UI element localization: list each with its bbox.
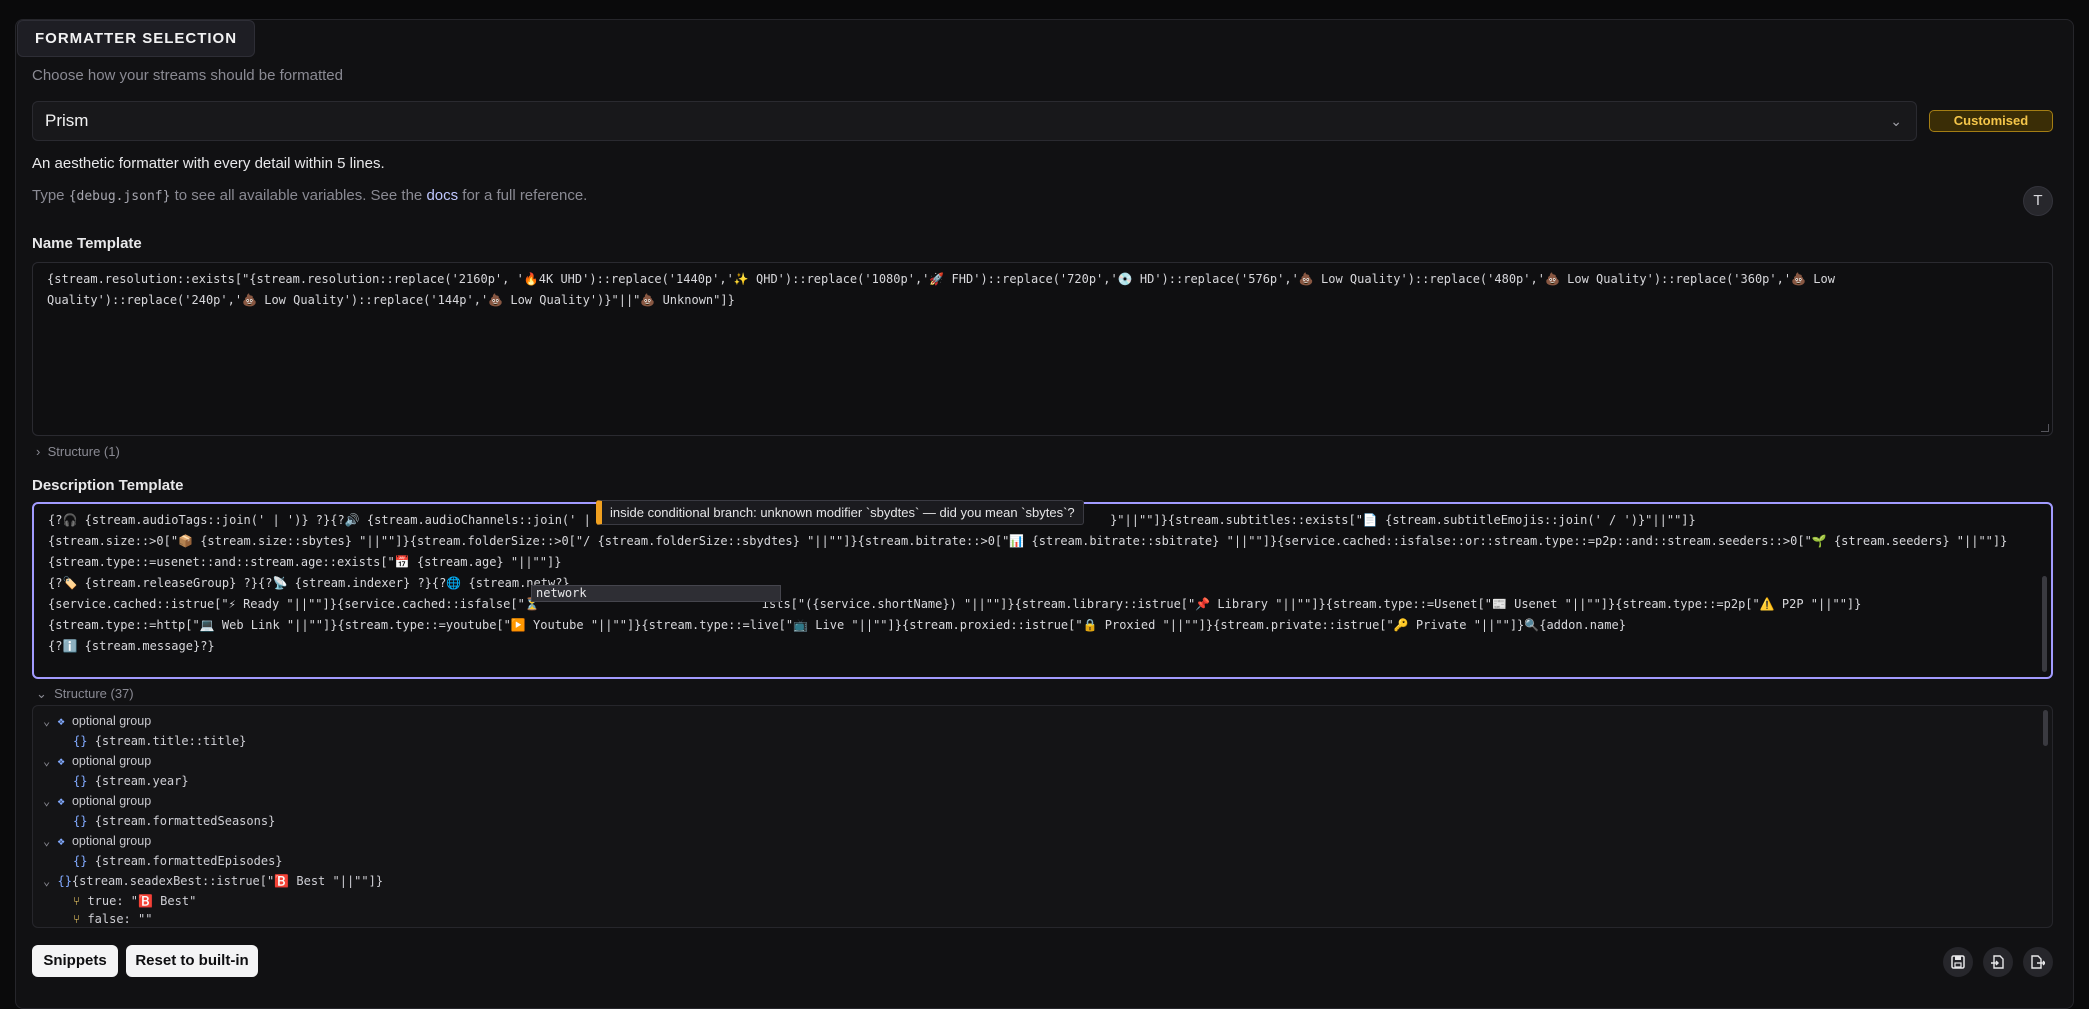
description-line: {?ℹ️ {stream.message}?}	[48, 639, 215, 653]
tree-expression[interactable]: ⌄ {}{stream.seadexBest::istrue["🅱️ Best …	[43, 873, 383, 889]
tree-branch: ⑂ true: "🅱️ Best"	[73, 893, 196, 909]
name-structure-toggle[interactable]: › Structure (1)	[36, 444, 120, 459]
export-icon[interactable]	[2023, 947, 2053, 977]
tree-branch: ⑂ false: ""	[73, 911, 152, 927]
description-line-5-tail: ists["({service.shortName}) "||""]}{stre…	[761, 597, 1862, 611]
import-icon[interactable]	[1983, 947, 2013, 977]
braces-icon: {}	[57, 874, 72, 888]
reset-button[interactable]: Reset to built-in	[126, 945, 258, 977]
tree-group-label: optional group	[71, 794, 152, 808]
hint-mid: to see all available variables. See the	[170, 187, 427, 204]
section-title: FORMATTER SELECTION	[17, 20, 256, 57]
editor-scrollbar[interactable]	[2042, 576, 2047, 672]
description-template-label: Description Template	[32, 477, 184, 494]
braces-icon: {}	[73, 814, 88, 828]
branch-icon: ⑂	[73, 912, 81, 926]
snippets-button[interactable]: Snippets	[32, 945, 118, 977]
tree-branch-label: false: ""	[87, 912, 153, 926]
chevron-right-icon: ›	[36, 444, 41, 459]
branch-icon: ⑂	[73, 894, 81, 908]
chevron-down-icon: ⌄	[43, 794, 51, 808]
chevron-down-icon: ⌄	[36, 686, 47, 701]
tree-leaf-label: {stream.formattedEpisodes}	[94, 854, 283, 868]
tree-group-label: optional group	[71, 754, 152, 768]
braces-icon: {}	[73, 854, 88, 868]
name-template-editor[interactable]: {stream.resolution::exists["{stream.reso…	[32, 262, 2053, 436]
description-line: {?🏷️ {stream.releaseGroup} ?}{?📡 {stream…	[48, 576, 570, 590]
tree-leaf: {} {stream.formattedEpisodes}	[73, 853, 283, 869]
layers-icon: ❖	[57, 714, 65, 728]
chevron-down-icon: ⌄	[43, 714, 51, 728]
tree-leaf: {} {stream.year}	[73, 773, 189, 789]
lint-tooltip: inside conditional branch: unknown modif…	[596, 500, 1084, 525]
formatter-select-value: Prism	[45, 111, 89, 130]
name-structure-label: Structure (1)	[47, 444, 120, 459]
layers-icon: ❖	[57, 794, 65, 808]
hint-prefix: Type	[32, 187, 69, 204]
docs-link[interactable]: docs	[426, 187, 458, 204]
name-template-line: Quality')::replace('240p','💩 Low Quality…	[47, 293, 735, 307]
hint-code: {debug.jsonf}	[68, 189, 171, 204]
description-line-5: {service.cached::istrue["⚡ Ready "||""]}…	[48, 597, 540, 611]
tree-leaf-label: {stream.formattedSeasons}	[94, 814, 276, 828]
description-template-editor[interactable]: {?🎧 {stream.audioTags::join(' | ')} ?}{?…	[32, 502, 2053, 679]
save-icon[interactable]	[1943, 947, 1973, 977]
layers-icon: ❖	[57, 834, 65, 848]
tree-leaf: {} {stream.formattedSeasons}	[73, 813, 275, 829]
description-line: {service.cached::istrue["⚡ Ready "||""]}…	[48, 594, 2037, 615]
resize-handle[interactable]	[2041, 424, 2049, 432]
customised-badge: Customised	[1929, 110, 2053, 132]
tree-group[interactable]: ⌄ ❖ optional group	[43, 753, 151, 769]
tree-group[interactable]: ⌄ ❖ optional group	[43, 833, 151, 849]
braces-icon: {}	[73, 734, 88, 748]
tree-scrollbar[interactable]	[2043, 710, 2048, 746]
description-line-1-tail: }"||""]}{stream.subtitles::exists["📄 {st…	[1102, 513, 1696, 527]
hint-suffix: for a full reference.	[458, 187, 588, 204]
chevron-down-icon: ⌄	[1890, 113, 1902, 129]
tree-expression-label: {stream.seadexBest::istrue["🅱️ Best "||"…	[71, 874, 384, 888]
autocomplete-suggestion[interactable]: network	[531, 585, 781, 602]
braces-icon: {}	[73, 774, 88, 788]
structure-tree: ⌄ ❖ optional group {} {stream.title::tit…	[32, 705, 2053, 928]
description-structure-label: Structure (37)	[54, 686, 134, 701]
section-subtitle: Choose how your streams should be format…	[32, 67, 343, 84]
tree-group[interactable]: ⌄ ❖ optional group	[43, 713, 151, 729]
tree-leaf-label: {stream.year}	[94, 774, 189, 788]
description-line: {stream.size::>0["📦 {stream.size::sbytes…	[48, 534, 2008, 548]
tree-leaf-label: {stream.title::title}	[94, 734, 247, 748]
formatter-description: An aesthetic formatter with every detail…	[32, 155, 385, 172]
tree-group[interactable]: ⌄ ❖ optional group	[43, 793, 151, 809]
tree-group-label: optional group	[71, 834, 152, 848]
chevron-down-icon: ⌄	[43, 834, 51, 848]
chevron-down-icon: ⌄	[43, 874, 51, 888]
text-format-button[interactable]: T	[2023, 186, 2053, 216]
name-template-line: {stream.resolution::exists["{stream.reso…	[47, 272, 1835, 286]
description-structure-toggle[interactable]: ⌄ Structure (37)	[36, 686, 134, 702]
chevron-down-icon: ⌄	[43, 754, 51, 768]
tree-branch-label: true: "🅱️ Best"	[87, 894, 197, 908]
formatter-select[interactable]: Prism ⌄	[32, 101, 1917, 141]
layers-icon: ❖	[57, 754, 65, 768]
description-line-1: {?🎧 {stream.audioTags::join(' | ')} ?}{?…	[48, 513, 591, 527]
description-line: {stream.type::=http["💻 Web Link "||""]}{…	[48, 618, 1626, 632]
variables-hint: Type {debug.jsonf} to see all available …	[32, 187, 587, 204]
name-template-label: Name Template	[32, 235, 142, 252]
description-line: {stream.type::=usenet::and::stream.age::…	[48, 555, 562, 569]
tree-group-label: optional group	[71, 714, 152, 728]
tree-leaf: {} {stream.title::title}	[73, 733, 246, 749]
